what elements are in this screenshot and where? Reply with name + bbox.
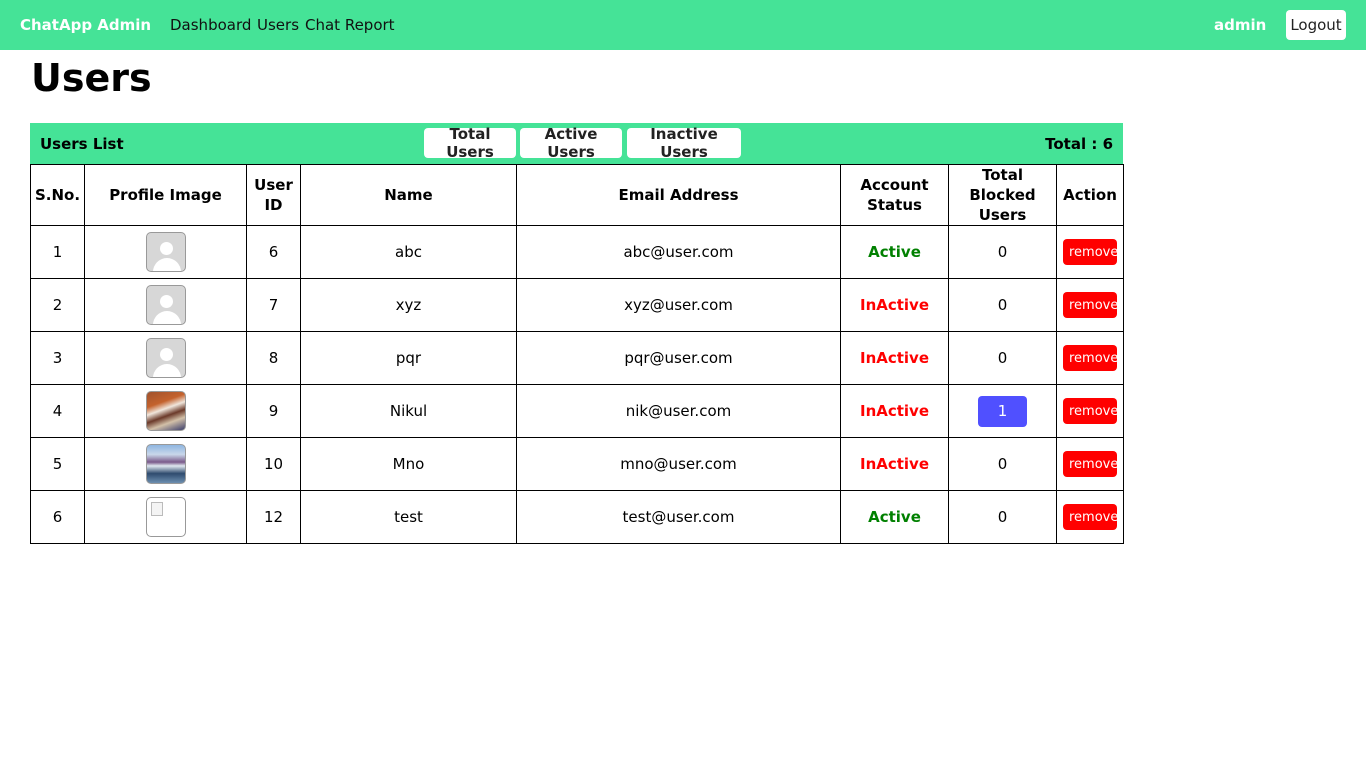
cell-blocked-count: 0 <box>948 225 1057 279</box>
cell-user-id: 9 <box>246 384 301 438</box>
cell-email: abc@user.com <box>516 225 841 279</box>
cell-user-id: 7 <box>246 278 301 332</box>
cell-name: Mno <box>300 437 517 491</box>
logout-button[interactable]: Logout <box>1286 10 1346 40</box>
cell-sno: 4 <box>30 384 85 438</box>
cell-name: abc <box>300 225 517 279</box>
column-header-total-blocked: Total Blocked Users <box>948 164 1057 226</box>
inactive-users-button[interactable]: Inactive Users <box>627 125 741 161</box>
column-header-action: Action <box>1056 164 1124 226</box>
cell-name: Nikul <box>300 384 517 438</box>
cell-blocked-count: 0 <box>948 278 1057 332</box>
column-header-name: Name <box>300 164 517 226</box>
remove-user-button[interactable]: remove <box>1063 451 1118 477</box>
table-row: 5 10 Mno mno@user.com InActive 0 remove <box>30 437 1124 491</box>
cell-user-id: 6 <box>246 225 301 279</box>
nav-link-users[interactable]: Users <box>257 16 299 34</box>
page-title: Users <box>31 56 152 100</box>
cell-email: test@user.com <box>516 490 841 544</box>
cell-email: xyz@user.com <box>516 278 841 332</box>
status-badge: InActive <box>840 437 949 491</box>
table-row: 6 12 test test@user.com Active 0 remove <box>30 490 1124 544</box>
table-row: 3 8 pqr pqr@user.com InActive 0 remove <box>30 331 1124 385</box>
status-badge: InActive <box>840 278 949 332</box>
column-header-account-status: Account Status <box>840 164 949 226</box>
cell-sno: 1 <box>30 225 85 279</box>
app-brand[interactable]: ChatApp Admin <box>20 16 151 34</box>
cell-email: mno@user.com <box>516 437 841 491</box>
profile-photo <box>145 391 186 431</box>
active-users-button[interactable]: Active Users <box>520 125 622 161</box>
total-users-button[interactable]: Total Users <box>424 125 516 161</box>
default-avatar-icon <box>145 232 186 272</box>
broken-image-icon <box>145 497 186 537</box>
column-header-sno: S.No. <box>30 164 85 226</box>
cell-email: nik@user.com <box>516 384 841 438</box>
table-row: 2 7 xyz xyz@user.com InActive 0 remove <box>30 278 1124 332</box>
cell-user-id: 12 <box>246 490 301 544</box>
current-user-name: admin <box>1214 16 1267 34</box>
status-badge: InActive <box>840 384 949 438</box>
cell-name: test <box>300 490 517 544</box>
cell-sno: 2 <box>30 278 85 332</box>
default-avatar-icon <box>145 285 186 325</box>
table-header-row: S.No. Profile Image User ID Name Email A… <box>30 164 1124 226</box>
cell-name: xyz <box>300 278 517 332</box>
cell-user-id: 10 <box>246 437 301 491</box>
column-header-email: Email Address <box>516 164 841 226</box>
cell-blocked-count: 0 <box>948 490 1057 544</box>
default-avatar-icon <box>145 338 186 378</box>
blocked-users-badge[interactable]: 1 <box>978 395 1027 427</box>
remove-user-button[interactable]: remove <box>1063 345 1118 371</box>
cell-user-id: 8 <box>246 331 301 385</box>
remove-user-button[interactable]: remove <box>1063 504 1118 530</box>
cell-name: pqr <box>300 331 517 385</box>
status-badge: Active <box>840 490 949 544</box>
column-header-user-id: User ID <box>246 164 301 226</box>
nav-link-chat-report[interactable]: Chat Report <box>305 16 395 34</box>
remove-user-button[interactable]: remove <box>1063 239 1118 265</box>
profile-photo <box>145 444 186 484</box>
column-header-profile-image: Profile Image <box>84 164 247 226</box>
cell-sno: 3 <box>30 331 85 385</box>
cell-blocked-count: 0 <box>948 331 1057 385</box>
cell-blocked-count: 0 <box>948 437 1057 491</box>
top-navbar: ChatApp Admin Dashboard Users Chat Repor… <box>0 0 1366 50</box>
users-list-title: Users List <box>40 135 124 153</box>
cell-sno: 5 <box>30 437 85 491</box>
remove-user-button[interactable]: remove <box>1063 292 1118 318</box>
status-badge: Active <box>840 225 949 279</box>
nav-link-dashboard[interactable]: Dashboard <box>170 16 251 34</box>
status-badge: InActive <box>840 331 949 385</box>
table-row: 4 9 Nikul nik@user.com InActive 1 remove <box>30 384 1124 438</box>
cell-sno: 6 <box>30 490 85 544</box>
total-users-count: Total : 6 <box>1045 135 1113 153</box>
remove-user-button[interactable]: remove <box>1063 398 1118 424</box>
users-list-header: Users List Total Users Active Users Inac… <box>30 123 1123 164</box>
users-table: S.No. Profile Image User ID Name Email A… <box>30 164 1124 544</box>
table-row: 1 6 abc abc@user.com Active 0 remove <box>30 225 1124 279</box>
cell-email: pqr@user.com <box>516 331 841 385</box>
